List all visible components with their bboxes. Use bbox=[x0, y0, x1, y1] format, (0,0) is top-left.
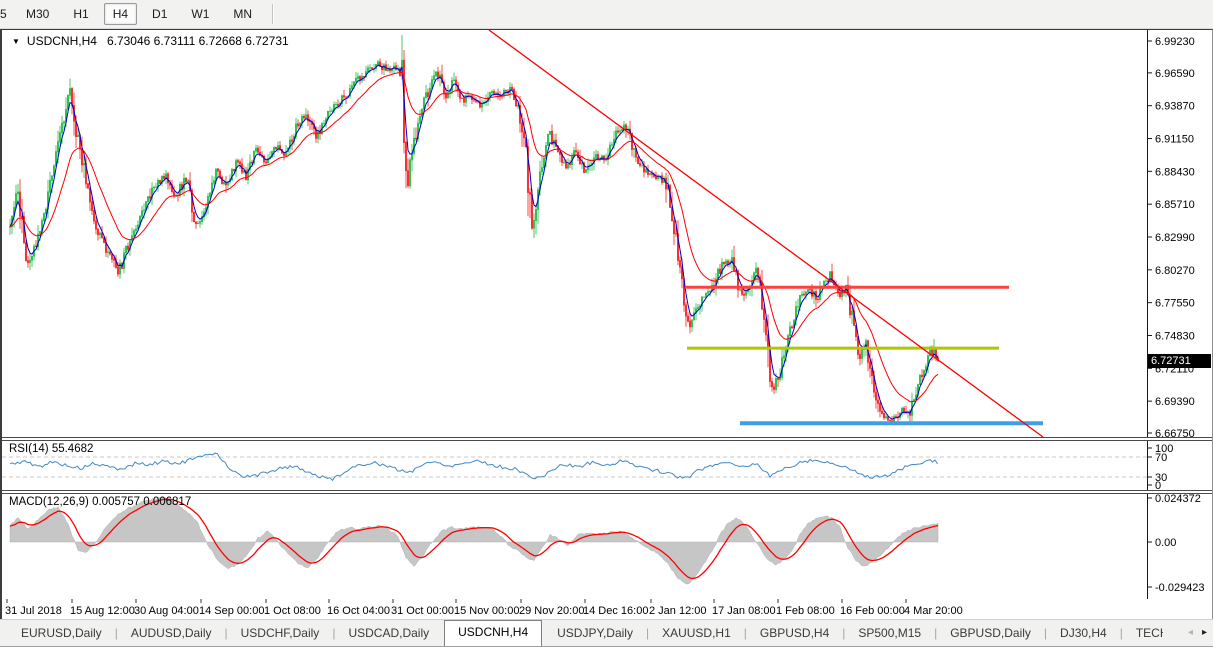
ma-slow-line bbox=[10, 72, 938, 402]
rsi-canvas[interactable]: 10070300 bbox=[2, 441, 1212, 490]
price-axis-label: 6.88430 bbox=[1155, 166, 1195, 178]
chart-tab-USDCHF-Daily[interactable]: USDCHF,Daily bbox=[228, 622, 333, 646]
price-axis-label: 6.93870 bbox=[1155, 101, 1195, 113]
macd-indicator-label: MACD(12,26,9) 0.005757 0.006817 bbox=[9, 496, 191, 508]
timeframe-buttons-group: M30 H1 H4 D1 W1 MN bbox=[14, 3, 264, 25]
price-axis-label: 6.80270 bbox=[1155, 265, 1195, 277]
chart-tab-XAUUSD-H1[interactable]: XAUUSD,H1 bbox=[649, 622, 744, 646]
time-axis-label: 14 Dec 16:00 bbox=[583, 605, 648, 617]
price-axis-label: 6.96590 bbox=[1155, 68, 1195, 80]
chart-window: ▼ USDCNH,H4 6.73046 6.73111 6.72668 6.72… bbox=[0, 29, 1213, 619]
time-axis-label: 1 Oct 08:00 bbox=[264, 605, 321, 617]
time-axis-label: 16 Oct 04:00 bbox=[327, 605, 390, 617]
time-axis-label: 14 Sep 00:00 bbox=[199, 605, 264, 617]
toolbar-separator bbox=[272, 4, 274, 24]
rsi-axis-label: 70 bbox=[1155, 452, 1167, 464]
time-axis-label: 16 Feb 00:00 bbox=[840, 605, 905, 617]
tab-scroll-arrows: ◂ ▸ bbox=[1163, 620, 1213, 646]
time-axis-label: 29 Nov 20:00 bbox=[519, 605, 584, 617]
candle-wicks-down bbox=[20, 50, 938, 425]
main-chart-canvas[interactable]: 6.99230 6.96590 6.93870 6.91150 6.88430 6.857… bbox=[2, 30, 1212, 437]
price-axis-label: 6.69390 bbox=[1155, 396, 1195, 408]
candle-wicks-up bbox=[10, 35, 934, 423]
chart-tab-AUDUSD-Daily[interactable]: AUDUSD,Daily bbox=[118, 622, 225, 646]
tab-scroll-left-icon[interactable]: ◂ bbox=[1188, 628, 1193, 638]
macd-canvas[interactable]: 0.024372 0.00 -0.029423 bbox=[2, 494, 1212, 599]
time-axis-label: 15 Nov 00:00 bbox=[454, 605, 519, 617]
chart-tab-EURUSD-Daily[interactable]: EURUSD,Daily bbox=[8, 622, 115, 646]
macd-histogram-area bbox=[10, 497, 938, 584]
main-price-pane[interactable]: 6.99230 6.96590 6.93870 6.91150 6.88430 6.857… bbox=[2, 30, 1212, 437]
timeframe-button-MN[interactable]: MN bbox=[224, 3, 261, 25]
chart-tab-DJ30-H4[interactable]: DJ30,H4 bbox=[1047, 622, 1120, 646]
price-axis-label: 6.91150 bbox=[1155, 134, 1194, 146]
price-axis-label: 6.77550 bbox=[1155, 298, 1195, 310]
chart-tab-USDJPY-Daily[interactable]: USDJPY,Daily bbox=[544, 622, 646, 646]
macd-axis-label: 0.00 bbox=[1155, 537, 1176, 549]
chart-tab-SP500-M15[interactable]: SP500,M15 bbox=[845, 622, 934, 646]
timeframe-button-D1[interactable]: D1 bbox=[143, 3, 176, 25]
candle-bodies-up bbox=[10, 60, 934, 422]
time-axis-label: 31 Jul 2018 bbox=[5, 605, 62, 617]
chart-tab-GBPUSD-H4[interactable]: GBPUSD,H4 bbox=[747, 622, 842, 646]
timeframe-button-H4[interactable]: H4 bbox=[104, 3, 137, 25]
timeframe-button-H1[interactable]: H1 bbox=[64, 3, 97, 25]
time-axis-label: 30 Aug 04:00 bbox=[134, 605, 199, 617]
candle-bodies-down bbox=[20, 60, 938, 422]
chart-tab-bar: EURUSD,Daily|AUDUSD,Daily|USDCHF,Daily|U… bbox=[0, 619, 1213, 647]
mt4-window: 5 M30 H1 H4 D1 W1 MN ▼ USDCNH,H4 6.73046 6.73… bbox=[0, 0, 1213, 647]
chart-tab-USDCAD-Daily[interactable]: USDCAD,Daily bbox=[335, 622, 442, 646]
time-axis-canvas: 31 Jul 2018 15 Aug 12:0030 Aug 04:0014 Se… bbox=[2, 599, 1212, 619]
trendline-object bbox=[489, 30, 1043, 437]
timeframe-button-M30[interactable]: M30 bbox=[17, 3, 58, 25]
rsi-indicator-label: RSI(14) 55.4682 bbox=[9, 443, 93, 455]
ma-fast-line bbox=[10, 65, 938, 419]
macd-pane[interactable]: 0.024372 0.00 -0.029423 bbox=[2, 494, 1212, 599]
time-axis-label: 2 Jan 12:00 bbox=[649, 605, 707, 617]
time-axis-label: 4 Mar 20:00 bbox=[904, 605, 963, 617]
timeframe-button-partial[interactable]: 5 bbox=[0, 7, 10, 21]
time-axis-label: 31 Oct 00:00 bbox=[391, 605, 454, 617]
price-axis-label: 6.66750 bbox=[1155, 428, 1195, 437]
time-axis-label: 1 Feb 08:00 bbox=[776, 605, 835, 617]
time-axis-label: 17 Jan 08:00 bbox=[712, 605, 776, 617]
price-axis-label: 6.74830 bbox=[1155, 330, 1195, 342]
chart-tab-GBPUSD-Daily[interactable]: GBPUSD,Daily bbox=[937, 622, 1044, 646]
time-axis-row: 31 Jul 2018 15 Aug 12:0030 Aug 04:0014 Se… bbox=[2, 599, 1212, 619]
price-axis-label: 6.85710 bbox=[1155, 199, 1195, 211]
macd-axis-label: 0.024372 bbox=[1155, 494, 1201, 505]
price-axis-label: 6.82990 bbox=[1155, 232, 1195, 244]
timeframe-button-W1[interactable]: W1 bbox=[182, 3, 218, 25]
tab-scroll-right-icon[interactable]: ▸ bbox=[1202, 628, 1207, 638]
current-price-tag: 6.72731 bbox=[1148, 354, 1211, 368]
rsi-axis-label: 0 bbox=[1155, 480, 1161, 490]
time-axis-label: 15 Aug 12:00 bbox=[70, 605, 135, 617]
macd-axis-label: -0.029423 bbox=[1155, 582, 1205, 594]
chart-tab-USDCNH-H4[interactable]: USDCNH,H4 bbox=[444, 620, 542, 646]
rsi-pane[interactable]: 10070300 bbox=[2, 441, 1212, 490]
price-axis-label: 6.99230 bbox=[1155, 36, 1195, 48]
timeframe-toolbar: 5 M30 H1 H4 D1 W1 MN bbox=[0, 0, 1213, 29]
